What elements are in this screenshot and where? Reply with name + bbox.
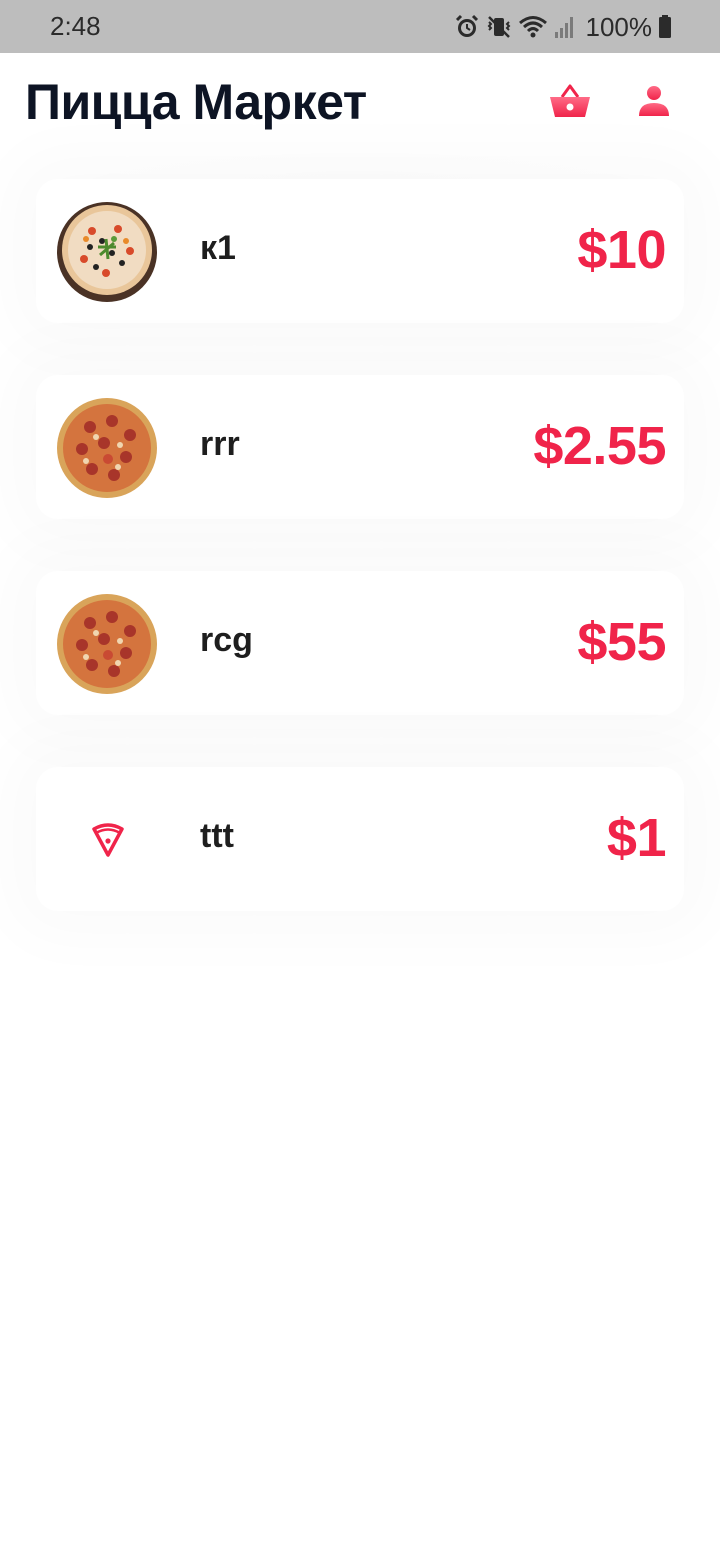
item-price: $2.55: [533, 416, 666, 476]
profile-button[interactable]: [630, 79, 678, 127]
pizza-list: к1 $10 rrr $2.55 rcg $55 ttt $1: [0, 153, 720, 911]
pizza-slice-icon: [90, 821, 126, 857]
list-item[interactable]: ttt $1: [36, 767, 684, 911]
pizza-image: [56, 593, 158, 695]
signal-icon: [554, 14, 576, 40]
list-item[interactable]: к1 $10: [36, 179, 684, 323]
pizza-image: [56, 397, 158, 499]
item-name: ttt: [200, 817, 234, 855]
item-name: rcg: [200, 621, 253, 659]
battery-percent: 100%: [585, 11, 653, 42]
pizza-image: [56, 201, 158, 303]
status-time: 2:48: [50, 11, 101, 41]
item-name: rrr: [200, 425, 240, 463]
wifi-icon: [518, 14, 548, 40]
profile-icon: [637, 84, 671, 123]
cart-button[interactable]: [546, 79, 594, 127]
list-item[interactable]: rrr $2.55: [36, 375, 684, 519]
item-name: к1: [200, 229, 236, 267]
status-bar: 2:48 100%: [0, 0, 720, 53]
status-icons: 100%: [454, 9, 673, 45]
item-price: $10: [577, 220, 666, 280]
item-price: $1: [606, 808, 667, 868]
list-item[interactable]: rcg $55: [36, 571, 684, 715]
page-title: Пицца Маркет: [25, 74, 367, 130]
app-header: Пицца Маркет: [0, 53, 720, 153]
alarm-icon: [454, 14, 480, 40]
basket-icon: [548, 83, 592, 124]
mute-vibrate-icon: [486, 14, 512, 40]
item-price: $55: [577, 612, 666, 672]
battery-icon: [658, 14, 672, 40]
